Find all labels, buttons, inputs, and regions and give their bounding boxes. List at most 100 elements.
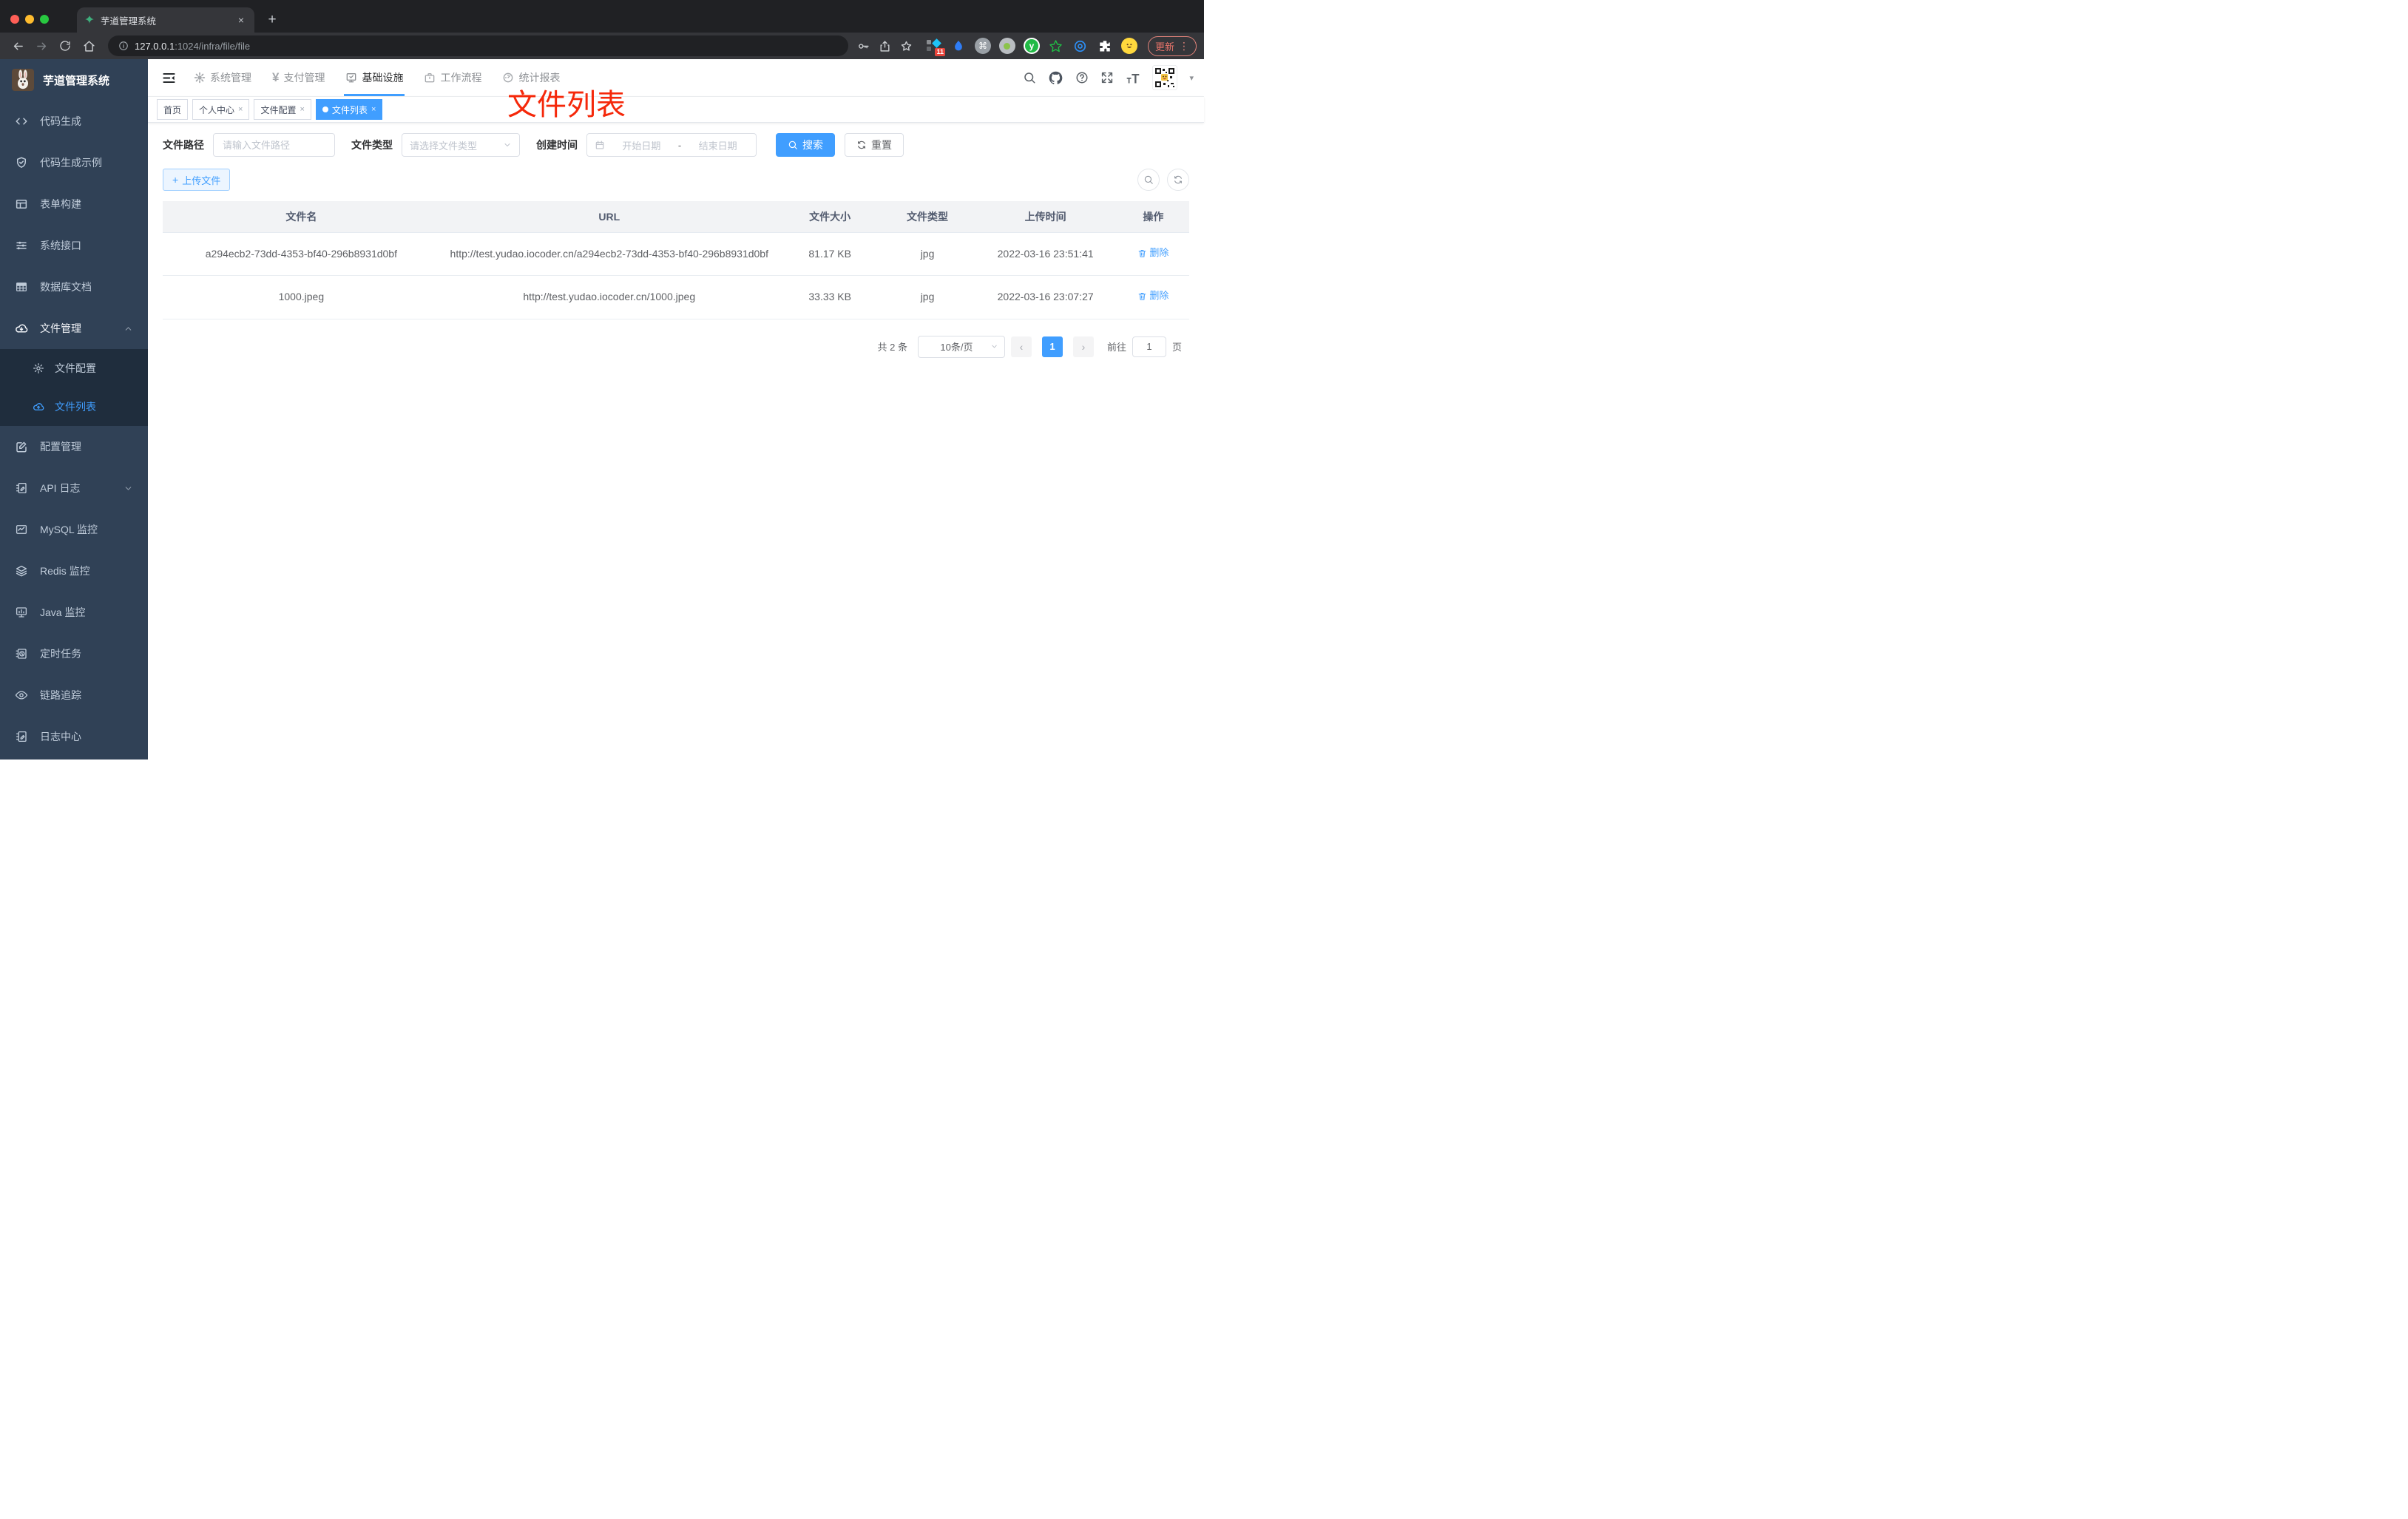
sidebar-item-code-generate[interactable]: 代码生成 [0, 101, 148, 142]
extension-eye-icon[interactable] [1072, 38, 1089, 54]
browser-menu-icon[interactable]: ⋮ [1179, 40, 1189, 53]
browser-toolbar: 127.0.0.1:1024/infra/file/file 11 ⌘ y 更新… [0, 33, 1204, 59]
topnav-item-workflow[interactable]: 工作流程 [413, 59, 492, 96]
cell-file-size: 33.33 KB [778, 275, 882, 319]
profile-emoji-avatar[interactable] [1120, 38, 1137, 54]
sidebar-item-system-api[interactable]: 系统接口 [0, 225, 148, 266]
sidebar-item-mysql-monitor[interactable]: MySQL 监控 [0, 509, 148, 550]
tag-close-icon[interactable]: × [371, 105, 376, 114]
browser-tab[interactable]: 芋道管理系统 × [77, 7, 254, 33]
back-button[interactable] [7, 35, 28, 56]
sidebar-item-config-manage[interactable]: 配置管理 [0, 426, 148, 467]
avatar-dropdown-caret[interactable]: ▾ [1189, 73, 1194, 83]
extension-grid-icon[interactable]: 11 [926, 38, 945, 56]
tab-close-icon[interactable]: × [235, 14, 247, 26]
sidebar-submenu-file-manage: 文件配置 文件列表 [0, 349, 148, 426]
sidebar-collapse-button[interactable] [158, 71, 179, 85]
topnav-item-system[interactable]: 系统管理 [183, 59, 262, 96]
current-page-button[interactable]: 1 [1041, 336, 1063, 357]
pagination: 共 2 条 10条/页 ‹ 1 › 前往 页 [163, 335, 1189, 358]
sidebar-item-db-doc[interactable]: 数据库文档 [0, 266, 148, 308]
layers-icon [16, 565, 27, 577]
date-end-placeholder[interactable]: 结束日期 [687, 138, 748, 152]
edit-square-icon [16, 442, 27, 453]
date-start-placeholder[interactable]: 开始日期 [611, 138, 672, 152]
tag-close-icon[interactable]: × [300, 105, 304, 114]
sidebar-item-code-demo[interactable]: 代码生成示例 [0, 142, 148, 183]
col-file-type: 文件类型 [881, 201, 974, 233]
tag-home[interactable]: 首页 [157, 99, 189, 120]
sidebar-item-log-center[interactable]: 日志中心 [0, 716, 148, 757]
extension-star-icon[interactable] [1048, 38, 1064, 54]
home-button[interactable] [78, 35, 99, 56]
table-row: 1000.jpeg http://test.yudao.iocoder.cn/1… [163, 275, 1189, 319]
cell-upload-time: 2022-03-16 23:07:27 [973, 275, 1117, 319]
cell-file-name: a294ecb2-73dd-4353-bf40-296b8931d0bf [163, 232, 440, 277]
sidebar-item-label: Redis 监控 [40, 565, 90, 577]
topnav-item-report[interactable]: 统计报表 [492, 59, 570, 96]
refresh-table-button[interactable] [1167, 169, 1189, 191]
delete-button[interactable]: 删除 [1137, 288, 1169, 303]
delete-button[interactable]: 删除 [1137, 246, 1169, 260]
site-info-icon[interactable] [118, 41, 129, 51]
topnav-item-pay[interactable]: ¥ 支付管理 [262, 59, 335, 96]
minimize-window-button[interactable] [25, 15, 34, 24]
search-button[interactable]: 搜索 [776, 133, 835, 157]
extension-command-icon[interactable]: ⌘ [974, 38, 991, 54]
sidebar-item-java-monitor[interactable]: Java 监控 [0, 592, 148, 633]
extension-drop-icon[interactable] [950, 38, 967, 54]
tags-view-bar: 首页 个人中心 × 文件配置 × 文件列表 × [148, 97, 1204, 123]
user-avatar-qr[interactable] [1152, 65, 1178, 90]
tag-close-icon[interactable]: × [238, 105, 243, 114]
sidebar-item-redis-monitor[interactable]: Redis 监控 [0, 550, 148, 592]
github-icon[interactable] [1048, 70, 1063, 86]
extension-y-icon[interactable]: y [1023, 38, 1040, 54]
bookmark-star-icon[interactable] [900, 40, 913, 53]
page-size-select[interactable]: 10条/页 [917, 335, 1005, 358]
sidebar-item-file-list[interactable]: 文件列表 [0, 388, 148, 426]
upload-file-button[interactable]: + 上传文件 [163, 169, 231, 191]
address-bar[interactable]: 127.0.0.1:1024/infra/file/file [108, 35, 848, 56]
close-window-button[interactable] [10, 15, 19, 24]
new-tab-button[interactable]: + [263, 12, 281, 28]
cell-file-type: jpg [881, 232, 974, 277]
reset-button[interactable]: 重置 [845, 133, 904, 157]
extension-puzzle-icon[interactable] [1097, 38, 1113, 54]
file-type-select[interactable]: 请选择文件类型 [402, 133, 520, 157]
sidebar-item-label: 文件配置 [55, 362, 96, 374]
chrome-update-button[interactable]: 更新 ⋮ [1147, 35, 1197, 56]
sidebar-item-file-manage[interactable]: 文件管理 [0, 308, 148, 349]
zoom-window-button[interactable] [40, 15, 49, 24]
show-search-toggle-button[interactable] [1137, 169, 1160, 191]
tag-label: 文件列表 [331, 104, 368, 115]
tag-profile[interactable]: 个人中心 × [192, 99, 250, 120]
sidebar-item-file-config[interactable]: 文件配置 [0, 349, 148, 388]
trash-icon [1139, 292, 1146, 300]
extension-square-icon [926, 40, 931, 44]
next-page-button[interactable]: › [1072, 336, 1094, 357]
topnav-item-infra[interactable]: 基础设施 [335, 59, 413, 96]
file-path-input[interactable] [213, 133, 335, 157]
reload-button[interactable] [55, 35, 75, 56]
sidebar-item-form-builder[interactable]: 表单构建 [0, 183, 148, 225]
topnav-label: 工作流程 [440, 72, 482, 84]
goto-page-input[interactable] [1132, 336, 1166, 357]
password-key-icon[interactable] [857, 40, 870, 53]
topnav-label: 基础设施 [362, 72, 404, 84]
fullscreen-icon[interactable] [1100, 71, 1114, 84]
tag-file-list[interactable]: 文件列表 × [315, 99, 383, 120]
extension-gray-circle-icon[interactable] [998, 38, 1015, 54]
search-icon[interactable] [1023, 71, 1036, 84]
date-range-picker[interactable]: 开始日期 - 结束日期 [586, 133, 757, 157]
col-file-name: 文件名 [163, 201, 440, 233]
forward-button[interactable] [31, 35, 52, 56]
table-toolbar: + 上传文件 [163, 169, 1189, 191]
font-size-icon[interactable] [1126, 70, 1140, 85]
sidebar-item-scheduled-task[interactable]: 定时任务 [0, 633, 148, 674]
sidebar-item-api-log[interactable]: API 日志 [0, 467, 148, 509]
prev-page-button[interactable]: ‹ [1010, 336, 1032, 357]
tag-file-config[interactable]: 文件配置 × [254, 99, 311, 120]
help-icon[interactable] [1075, 71, 1089, 84]
share-icon[interactable] [879, 40, 891, 53]
sidebar-item-trace[interactable]: 链路追踪 [0, 674, 148, 716]
